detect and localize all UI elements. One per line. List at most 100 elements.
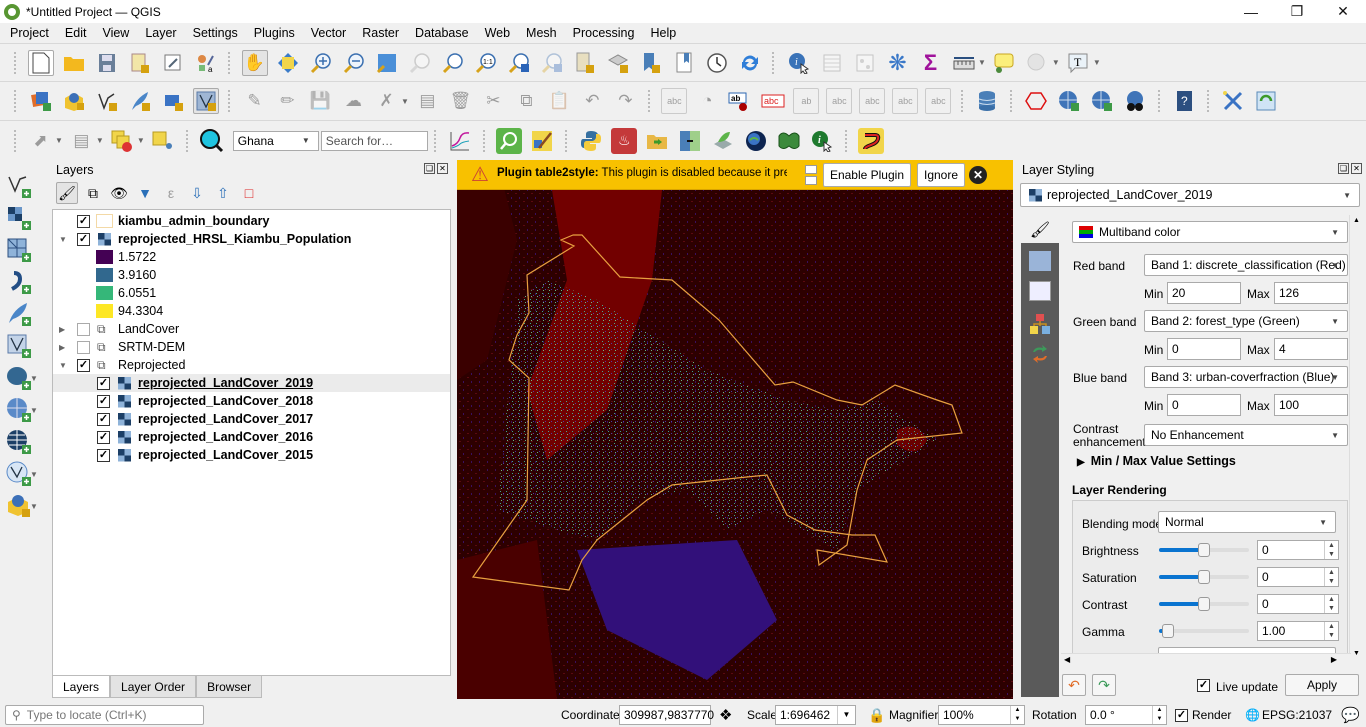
rotation-spinbox[interactable]: 0.0 ° ▲ ▼	[1085, 705, 1167, 725]
layer-visibility-checkbox[interactable]: ✓	[97, 394, 110, 408]
red-max-input[interactable]: 126	[1274, 282, 1348, 304]
collapse-arrow-icon[interactable]: ▼	[59, 361, 67, 370]
symbology-tab-icon[interactable]: 🖌	[1029, 220, 1051, 240]
live-update-checkbox[interactable]: ✓	[1197, 679, 1210, 692]
close-panel-icon[interactable]: ✕	[437, 163, 448, 174]
menu-mesh[interactable]: Mesh	[518, 26, 565, 40]
add-postgis-icon[interactable]	[6, 365, 32, 391]
layer-item-selected[interactable]: ✓ reprojected_LandCover_2019	[53, 374, 450, 392]
slider-handle[interactable]	[1198, 570, 1210, 584]
identify-features-icon[interactable]: i	[786, 50, 812, 76]
layer-visibility-checkbox[interactable]: ✓	[97, 412, 110, 426]
layer-visibility-checkbox[interactable]: ✓	[77, 214, 90, 228]
spin-arrows-icon[interactable]: ▲ ▼	[1010, 706, 1024, 724]
locator-search-input[interactable]: ⚲ Type to locate (Ctrl+K)	[5, 705, 204, 725]
batch-import-icon[interactable]	[644, 128, 670, 154]
slider-handle[interactable]	[1162, 624, 1174, 638]
apply-button[interactable]: Apply	[1285, 674, 1359, 696]
paste-features-icon[interactable]: 📋	[546, 88, 572, 114]
add-spatialite-icon[interactable]	[6, 301, 32, 327]
ignore-button[interactable]: Ignore	[917, 162, 966, 187]
toolbar-grip[interactable]	[482, 129, 487, 152]
menu-vector[interactable]: Vector	[303, 26, 354, 40]
zoom-in-icon[interactable]	[308, 50, 334, 76]
select-location-dropdown[interactable]: ▼	[137, 136, 145, 145]
new-print-layout-icon[interactable]	[127, 50, 153, 76]
annotation-dropdown[interactable]: ▼	[1093, 58, 1101, 67]
add-delimited-text-icon[interactable]	[6, 269, 32, 295]
select-by-location-icon[interactable]	[109, 128, 135, 154]
new-spatial-bookmark-icon[interactable]	[638, 50, 664, 76]
histogram-tab-icon[interactable]	[1029, 281, 1051, 301]
pin-labels-icon[interactable]: ab	[793, 88, 820, 114]
qgis-search-icon[interactable]	[496, 127, 523, 154]
toolbar-grip[interactable]	[185, 129, 190, 152]
toolbar-grip[interactable]	[1157, 90, 1162, 112]
renderer-type-select[interactable]: Multiband color ▼	[1072, 221, 1348, 243]
temporal-controller-icon[interactable]	[704, 50, 730, 76]
zoom-native-resolution-icon[interactable]: 1:1	[473, 50, 499, 76]
slider-handle[interactable]	[1198, 597, 1210, 611]
python-console-icon[interactable]	[578, 128, 604, 154]
scroll-right-icon[interactable]: ▶	[1331, 655, 1337, 664]
brightness-spinbox[interactable]: 0 ▲ ▼	[1257, 540, 1339, 560]
layer-item[interactable]: ▼ ✓ reprojected_HRSL_Kiambu_Population	[53, 230, 450, 248]
geocoder-icon[interactable]	[199, 128, 225, 154]
group-item[interactable]: ▶ ⧉ SRTM-DEM	[53, 338, 450, 356]
scroll-left-icon[interactable]: ◀	[1064, 655, 1070, 664]
menu-edit[interactable]: Edit	[57, 26, 95, 40]
blue-band-select[interactable]: Band 3: urban-coverfraction (Blue) ▼	[1144, 366, 1348, 388]
help-icon[interactable]: ?	[1171, 88, 1197, 114]
float-panel-icon[interactable]: ❏	[424, 163, 435, 174]
layer-item[interactable]: ✓ kiambu_admin_boundary	[53, 212, 450, 230]
menu-plugins[interactable]: Plugins	[246, 26, 303, 40]
menu-settings[interactable]: Settings	[185, 26, 246, 40]
add-polygon-feature-icon[interactable]: ☁	[341, 88, 367, 114]
toolbar-grip[interactable]	[14, 51, 18, 74]
tab-browser[interactable]: Browser	[196, 676, 263, 698]
history-tab-icon[interactable]	[1029, 343, 1051, 363]
quickmapservices-icon[interactable]	[1056, 88, 1082, 114]
vertex-tool-icon[interactable]: ✗	[374, 88, 400, 114]
minimize-button[interactable]: —	[1228, 0, 1274, 23]
delete-selected-icon[interactable]: 🗑	[447, 88, 473, 114]
route-icon[interactable]	[858, 127, 885, 154]
toolbar-grip[interactable]	[960, 90, 965, 112]
info-tool-icon[interactable]: i	[809, 128, 835, 154]
move-label-icon[interactable]: abc	[859, 88, 886, 114]
show-bookmarks-icon[interactable]	[671, 50, 697, 76]
toolbar-grip[interactable]	[14, 90, 18, 112]
close-button[interactable]: ✕	[1320, 0, 1366, 23]
geopackage-dropdown[interactable]: ▼	[30, 502, 38, 511]
new-3d-map-view-icon[interactable]	[605, 50, 631, 76]
map-canvas[interactable]: ⚠ Plugin table2style: This plugin is dis…	[457, 160, 1013, 699]
tab-layer-order[interactable]: Layer Order	[110, 676, 197, 698]
pan-map-icon[interactable]: ✋	[241, 49, 268, 76]
layer-labeling-options-icon[interactable]: ab	[727, 88, 753, 114]
scroll-down-icon[interactable]	[804, 175, 817, 185]
open-layer-styling-icon[interactable]: 🖌	[56, 182, 78, 204]
refresh-icon[interactable]	[737, 50, 763, 76]
openlayers-icon[interactable]	[1122, 88, 1148, 114]
show-hide-labels-icon[interactable]: abc	[826, 88, 853, 114]
toolbar-grip[interactable]	[228, 51, 232, 74]
place-search-input[interactable]: Search for…	[320, 130, 428, 151]
zoom-to-point-icon[interactable]	[150, 128, 176, 154]
copy-features-icon[interactable]: ⧉	[513, 88, 539, 114]
undo-style-button[interactable]: ↶	[1062, 674, 1086, 696]
remove-layer-icon[interactable]: □	[238, 182, 260, 204]
spin-arrows-icon[interactable]: ▲ ▼	[1324, 541, 1338, 559]
restore-button[interactable]: ❐	[1274, 0, 1320, 23]
toolbar-grip[interactable]	[647, 90, 652, 112]
layer-item[interactable]: ✓ reprojected_LandCover_2015	[53, 446, 450, 464]
saturation-slider[interactable]	[1159, 570, 1249, 584]
georeferencer-icon[interactable]	[1220, 88, 1246, 114]
refresh-layers-icon[interactable]	[1253, 88, 1279, 114]
add-vector-layer-icon[interactable]	[6, 173, 32, 199]
message-scroll[interactable]	[804, 164, 817, 185]
heatmap-icon[interactable]: ♨	[611, 127, 638, 154]
new-virtual-layer-icon[interactable]	[160, 88, 186, 114]
new-mesh-layer-icon[interactable]	[192, 88, 219, 114]
undo-icon[interactable]: ↶	[579, 88, 605, 114]
diagram-tool-icon[interactable]: ◔	[694, 88, 720, 114]
